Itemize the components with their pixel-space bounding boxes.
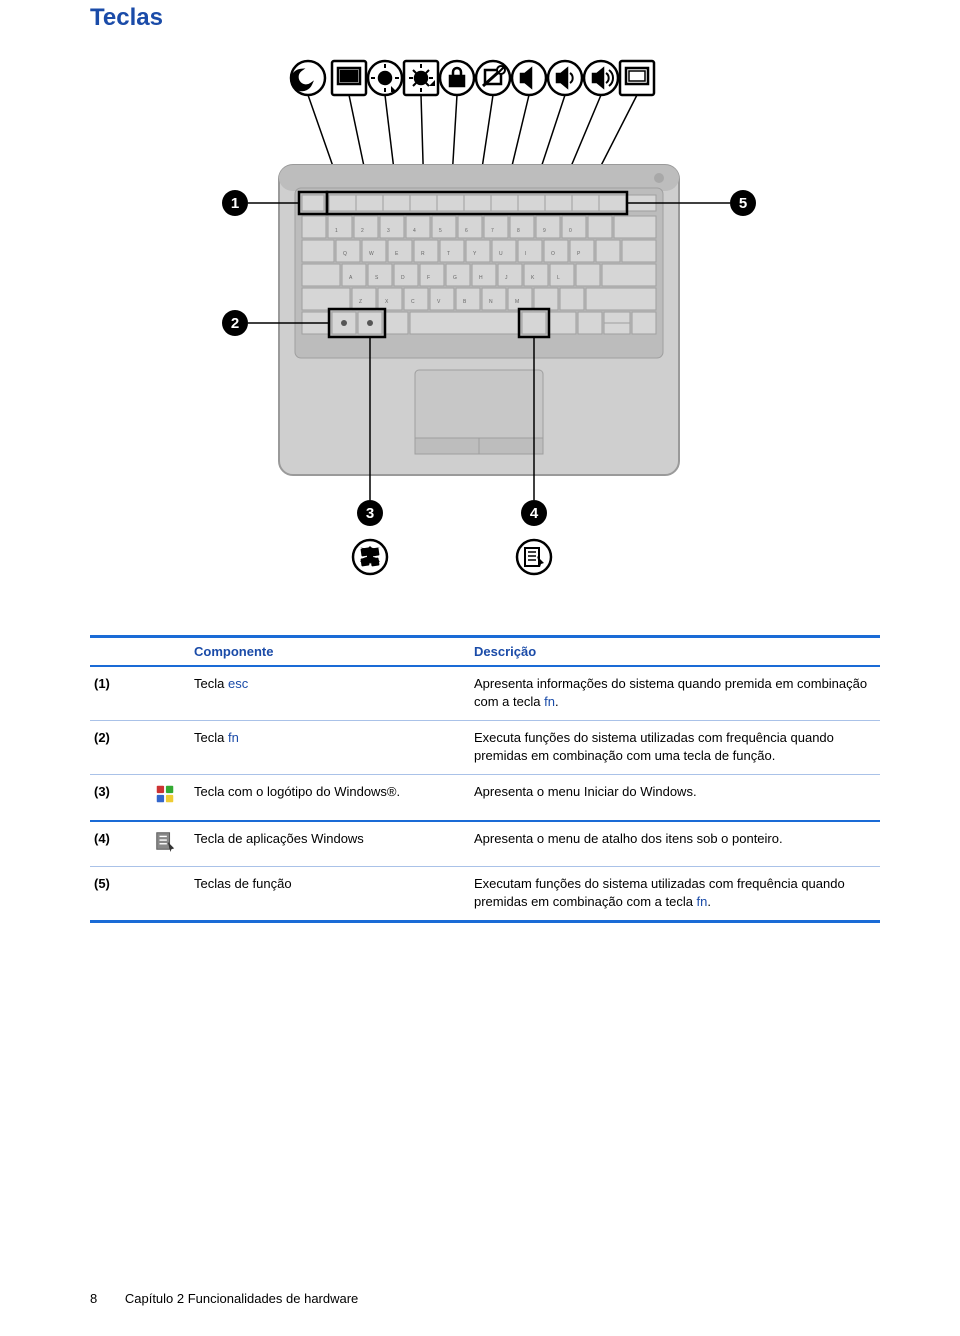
svg-text:G: G: [453, 275, 457, 281]
svg-text:F: F: [427, 275, 430, 281]
svg-text:4: 4: [413, 228, 416, 234]
table-row: (5) Teclas de função Executam funções do…: [90, 867, 880, 922]
svg-text:L: L: [557, 275, 560, 281]
table-row: (1) Tecla esc Apresenta informações do s…: [90, 666, 880, 721]
windows-apps-icon: [150, 821, 190, 867]
svg-text:4: 4: [530, 505, 539, 522]
th-description: Descrição: [470, 637, 880, 667]
section-title: Teclas: [90, 0, 880, 50]
svg-text:8: 8: [517, 228, 520, 234]
row-desc: Apresenta informações do sistema quando …: [470, 666, 880, 721]
svg-text:R: R: [421, 251, 425, 257]
svg-text:7: 7: [491, 228, 494, 234]
row-component: Tecla fn: [190, 721, 470, 775]
row-component: Tecla de aplicações Windows: [190, 821, 470, 867]
chapter-label: Capítulo 2 Funcionalidades de hardware: [125, 1291, 358, 1306]
svg-text:5: 5: [439, 228, 442, 234]
table-row: (3) Tecla com o logótipo do Windows®. Ap…: [90, 775, 880, 821]
row-component: Tecla com o logótipo do Windows®.: [190, 775, 470, 821]
keyboard-figure: 1 2 5 3 4: [205, 50, 765, 605]
svg-text:N: N: [489, 299, 493, 305]
th-component: Componente: [190, 637, 470, 667]
svg-text:1: 1: [335, 228, 338, 234]
svg-text:U: U: [499, 251, 503, 257]
page-number: 8: [90, 1291, 97, 1306]
row-num: (4): [90, 821, 150, 867]
svg-text:3: 3: [387, 228, 390, 234]
row-num: (1): [90, 666, 150, 721]
page-footer: 8 Capítulo 2 Funcionalidades de hardware: [90, 1291, 358, 1306]
svg-text:C: C: [411, 299, 415, 305]
row-num: (3): [90, 775, 150, 821]
table-row: (4) Tecla de aplicações Windows Apresent…: [90, 821, 880, 867]
svg-text:9: 9: [543, 228, 546, 234]
svg-text:O: O: [551, 251, 555, 257]
row-component: Tecla esc: [190, 666, 470, 721]
svg-text:M: M: [515, 299, 519, 305]
row-num: (2): [90, 721, 150, 775]
svg-text:5: 5: [739, 195, 747, 212]
svg-text:D: D: [401, 275, 405, 281]
svg-text:H: H: [479, 275, 483, 281]
svg-text:2: 2: [361, 228, 364, 234]
svg-text:2: 2: [231, 315, 239, 332]
row-desc: Executa funções do sistema utilizadas co…: [470, 721, 880, 775]
svg-text:Z: Z: [359, 299, 362, 305]
svg-text:3: 3: [366, 505, 374, 522]
row-component: Teclas de função: [190, 867, 470, 922]
svg-text:Q: Q: [343, 251, 347, 257]
row-desc: Apresenta o menu de atalho dos itens sob…: [470, 821, 880, 867]
row-desc: Executam funções do sistema utilizadas c…: [470, 867, 880, 922]
svg-text:I: I: [525, 251, 526, 257]
components-table: Componente Descrição (1) Tecla esc Apres…: [90, 635, 880, 923]
row-desc: Apresenta o menu Iniciar do Windows.: [470, 775, 880, 821]
svg-text:0: 0: [569, 228, 572, 234]
svg-text:W: W: [369, 251, 374, 257]
svg-text:6: 6: [465, 228, 468, 234]
table-row: (2) Tecla fn Executa funções do sistema …: [90, 721, 880, 775]
svg-text:1: 1: [231, 195, 239, 212]
row-num: (5): [90, 867, 150, 922]
windows-logo-icon: [150, 775, 190, 821]
svg-text:T: T: [447, 251, 450, 257]
